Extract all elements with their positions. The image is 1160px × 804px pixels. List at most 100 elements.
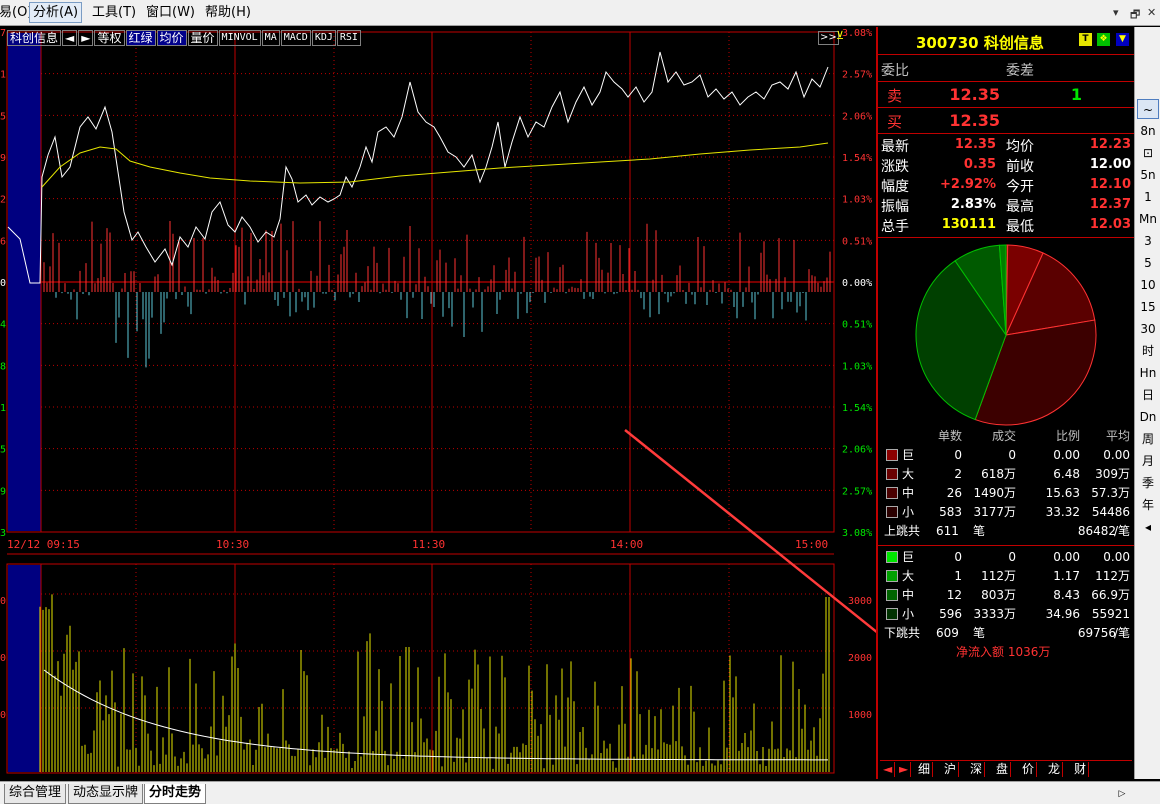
period-button[interactable]: Mn xyxy=(1137,209,1159,229)
panel-tab[interactable]: 价 xyxy=(1020,762,1038,777)
flow-amount: 0 xyxy=(1008,448,1016,462)
indicator-minvol[interactable]: MINVOL xyxy=(218,30,261,46)
flow-amount: 3177万 xyxy=(973,505,1016,519)
indicator-ma[interactable]: MA xyxy=(261,30,280,46)
period-button[interactable]: 15 xyxy=(1137,297,1159,317)
next-stock-button[interactable]: ► xyxy=(78,30,94,46)
tab-overview[interactable]: 综合管理 xyxy=(4,784,67,804)
flow-swatch xyxy=(886,608,898,620)
flow-ratio: 8.43 xyxy=(1053,588,1080,602)
flow-ratio: 1.17 xyxy=(1053,569,1080,583)
period-button[interactable]: 8n xyxy=(1137,121,1159,141)
tab-intraday[interactable]: 分时走势 xyxy=(144,784,207,804)
period-button[interactable]: 日 xyxy=(1137,385,1159,405)
down-total-unit: 笔 xyxy=(973,626,986,640)
scroll-right-icon[interactable]: ▷ xyxy=(1115,786,1129,802)
divider xyxy=(878,545,1134,546)
down-total-row: 下跳共 609 笔 69756 /笔 xyxy=(878,624,1134,643)
time-axis-label: 11:30 xyxy=(412,538,445,551)
inflow-table: 单数 成交 比例 平均 巨 0 0 0.00 0.00 大 2 618万 6.48 309万中 26… xyxy=(878,427,1134,541)
period-button[interactable]: ~ xyxy=(1137,99,1159,119)
panel-tab[interactable]: 深 xyxy=(968,762,986,777)
flow-ratio: 0.00 xyxy=(1053,448,1080,462)
right-axis-label: 2.06% xyxy=(842,445,872,456)
pin-icon[interactable]: ⊻ xyxy=(836,29,844,42)
period-button[interactable]: ◂ xyxy=(1137,517,1159,537)
right-axis-label: 0.00% xyxy=(842,278,872,289)
close-icon[interactable]: ✕ xyxy=(1147,6,1156,19)
inflow-rows: 巨 0 0 0.00 0.00 大 2 618万 6.48 309万中 26 1490万 15.63 57… xyxy=(878,446,1134,522)
chart-toolbar: 科创信息 ◄ ► 等权 红绿 均价 量价 MINVOL MA MACD KDJ RSI xyxy=(7,30,362,46)
restore-icon[interactable]: 🗗 xyxy=(1130,6,1140,25)
time-axis-label: 10:30 xyxy=(216,538,249,551)
period-button[interactable]: ⊡ xyxy=(1137,143,1159,163)
tab-next-icon[interactable]: ► xyxy=(897,762,912,777)
indicator-kdj[interactable]: KDJ xyxy=(311,30,336,46)
volume-axis-label: 1000 xyxy=(848,710,872,721)
period-button[interactable]: 年 xyxy=(1137,495,1159,515)
price-line xyxy=(7,51,829,284)
buy-row: 买 12.35 xyxy=(878,108,1134,133)
dropdown-icon[interactable]: ▼ xyxy=(1116,33,1129,46)
down-total-label: 下跳共 xyxy=(884,626,921,640)
period-button[interactable]: 时 xyxy=(1137,341,1159,361)
volume-price-button[interactable]: 量价 xyxy=(187,30,218,46)
bottom-tabbar: 综合管理 动态显示牌 分时走势 ▷ xyxy=(0,781,1160,804)
menu-item-tools[interactable]: 工具(T) xyxy=(89,4,139,21)
flow-row: 巨 0 0 0.00 0.00 xyxy=(878,446,1134,465)
flow-row: 巨 0 0 0.00 0.00 xyxy=(878,548,1134,567)
panel-tab[interactable]: 龙 xyxy=(1046,762,1064,777)
period-toolbar: ~8n ⊡ 5n 1 Mn 3 5 10 15 30 时 Hn 日 Dn 周月季年 ◂ xyxy=(1134,27,1160,779)
equal-weight-button[interactable]: 等权 xyxy=(94,30,125,46)
panel-tab[interactable]: 沪 xyxy=(942,762,960,777)
panel-tab[interactable]: 盘 xyxy=(994,762,1012,777)
panel-tab[interactable]: 细 xyxy=(916,762,934,777)
annotation-arrow xyxy=(624,429,876,634)
period-button[interactable]: 10 xyxy=(1137,275,1159,295)
period-button[interactable]: 5 xyxy=(1137,253,1159,273)
stat-label: 今开 xyxy=(1006,179,1034,195)
settings-icon[interactable]: ❖ xyxy=(1097,33,1110,46)
tab-dynamic-board[interactable]: 动态显示牌 xyxy=(68,784,144,804)
menu-item-window[interactable]: 窗口(W) xyxy=(143,4,198,21)
flow-ratio: 0.00 xyxy=(1053,550,1080,564)
flow-ratio: 6.48 xyxy=(1053,467,1080,481)
red-green-button[interactable]: 红绿 xyxy=(125,30,156,46)
capital-flow-pie xyxy=(915,244,1097,426)
prev-stock-button[interactable]: ◄ xyxy=(62,30,78,46)
stat-value: 12.23 xyxy=(1089,137,1131,152)
flow-avg: 54486 xyxy=(1091,505,1130,519)
panel-tab[interactable]: 财 xyxy=(1072,762,1090,777)
period-button[interactable]: 5n xyxy=(1137,165,1159,185)
stat-value: 0.35 xyxy=(963,157,996,172)
stat-value: 12.35 xyxy=(954,137,996,152)
t-icon[interactable]: T xyxy=(1079,33,1092,46)
period-button[interactable]: 1 xyxy=(1137,187,1159,207)
flow-count: 2 xyxy=(954,467,962,481)
period-button[interactable]: 周 xyxy=(1137,429,1159,449)
down-total-per: /笔 xyxy=(1113,626,1130,640)
period-button[interactable]: Dn xyxy=(1137,407,1159,427)
right-axis-label: 1.03% xyxy=(842,361,872,372)
period-button[interactable]: 3 xyxy=(1137,231,1159,251)
period-button[interactable]: 月 xyxy=(1137,451,1159,471)
time-axis-label: 12/12 09:15 xyxy=(7,538,80,551)
period-button[interactable]: 30 xyxy=(1137,319,1159,339)
left-axis-label: 6 xyxy=(0,236,6,247)
intraday-chart[interactable]: 3.08% 2.57% 2.06% 1.54% 1.03% 0.51% 0.00% 0.51%… xyxy=(0,27,876,779)
avg-price-button[interactable]: 均价 xyxy=(156,30,187,46)
period-button[interactable]: Hn xyxy=(1137,363,1159,383)
weicha-label: 委差 xyxy=(1006,63,1034,79)
tab-prev-icon[interactable]: ◄ xyxy=(881,762,896,777)
sell-row: 卖 12.35 1 xyxy=(878,82,1134,107)
flow-count: 596 xyxy=(939,607,962,621)
minimize-icon[interactable]: ▾ xyxy=(1113,6,1119,19)
outflow-rows: 巨 0 0 0.00 0.00 大 1 112万 1.17 112万中 12 803万 8.43 66.9… xyxy=(878,548,1134,624)
stat-row: 最新 12.35 均价 12.23 xyxy=(878,135,1134,155)
indicator-rsi[interactable]: RSI xyxy=(336,30,361,46)
sell-label: 卖 xyxy=(887,87,903,105)
menu-item-help[interactable]: 帮助(H) xyxy=(202,4,254,21)
indicator-macd[interactable]: MACD xyxy=(280,30,311,46)
period-button[interactable]: 季 xyxy=(1137,473,1159,493)
menu-item-analysis[interactable]: 分析(A) xyxy=(29,2,83,23)
